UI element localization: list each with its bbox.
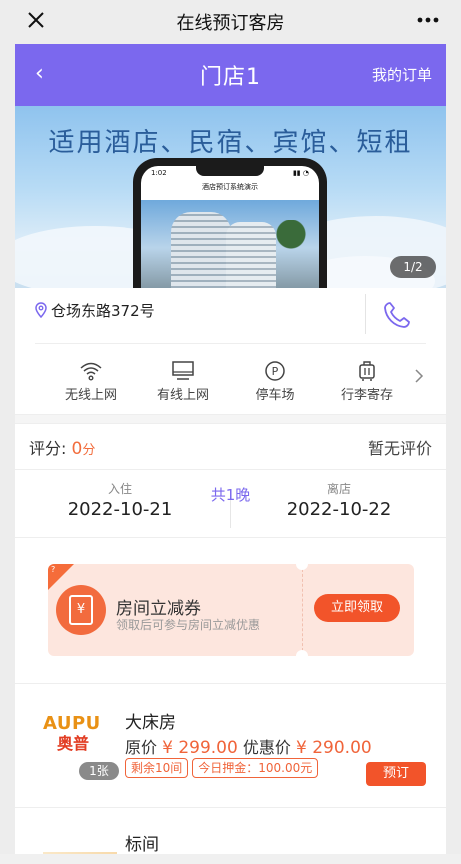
banner-counter: 1/2: [390, 256, 436, 278]
wifi-icon: [45, 360, 137, 382]
facility-wifi: 无线上网: [45, 360, 137, 403]
claim-coupon-button[interactable]: 立即领取: [314, 594, 400, 622]
logo-text-cn: 奥普: [57, 734, 90, 753]
hotel-photo: [141, 200, 319, 288]
phone-notch: [196, 166, 264, 176]
my-orders-link[interactable]: 我的订单: [372, 64, 432, 85]
phone-status-icons: ▮▮ ◔: [292, 169, 309, 177]
banner-text: 适用酒店、民宿、宾馆、短租: [48, 128, 413, 158]
facility-label: 无线上网: [64, 388, 117, 403]
coupon-icon-glyph: ¥: [69, 595, 93, 625]
phone-mockup: 1:02 ▮▮ ◔ 酒店预订系统演示: [133, 158, 327, 288]
divider: [365, 294, 366, 334]
wechat-title-bar: 在线预订客房: [0, 0, 461, 44]
checkout-label: 离店: [326, 482, 351, 496]
rating-value: 0: [71, 438, 83, 459]
deposit-tag: 今日押金：100.00元: [192, 758, 319, 778]
date-selector[interactable]: 入住 2022-10-21 共1晚 离店 2022-10-22: [15, 470, 446, 538]
coupon-notch: [296, 650, 308, 656]
divider: [230, 500, 231, 528]
sale-price-label: 优惠价: [242, 738, 291, 757]
phone-screen: 1:02 ▮▮ ◔ 酒店预订系统演示: [141, 166, 319, 288]
bottom-edge: [0, 854, 461, 864]
room-item[interactable]: AUPU 奥普 1张 大床房 原价 ¥ 299.00 优惠价 ¥ 290.00 …: [15, 684, 446, 808]
location-pin-icon: [35, 302, 49, 319]
facilities-row[interactable]: 无线上网 有线上网 P 停车场 行李寄存: [15, 344, 446, 414]
book-button[interactable]: 预订: [366, 762, 426, 786]
rating-label: 评分:: [29, 438, 67, 458]
phone-time: 1:02: [151, 169, 167, 177]
phone-app-title: 酒店预订系统演示: [202, 183, 258, 191]
checkout-date: 2022-10-22: [286, 499, 392, 520]
monitor-icon: [137, 360, 229, 382]
luggage-icon: [321, 360, 413, 382]
facility-label: 行李寄存: [340, 388, 393, 403]
original-price: ¥ 299.00: [162, 738, 238, 758]
coupon-card[interactable]: ? ¥ 房间立减券 领取后可参与房间立减优惠 立即领取: [48, 564, 414, 656]
coupon-corner-mark: ?: [51, 565, 56, 574]
facility-label: 停车场: [255, 388, 295, 403]
banner-carousel[interactable]: 适用酒店、民宿、宾馆、短租 1:02 ▮▮ ◔ 酒店预订系统演示 1/2: [15, 106, 446, 288]
facility-parking: P 停车场: [229, 360, 321, 403]
room-name: 标间: [125, 835, 159, 855]
page: 在线预订客房 ‹ 门店1 我的订单 适用酒店、民宿、宾馆、短租 1:02 ▮▮ …: [0, 0, 461, 864]
close-icon[interactable]: [22, 8, 50, 36]
room-tags: 剩余10间 今日押金：100.00元: [125, 758, 319, 778]
building: [171, 212, 231, 288]
back-icon[interactable]: ‹: [35, 61, 44, 87]
chevron-right-icon[interactable]: [414, 368, 424, 389]
phone-icon[interactable]: [382, 300, 412, 330]
building: [226, 222, 276, 288]
address-row[interactable]: 仓场东路372号: [35, 288, 426, 344]
more-icon[interactable]: [415, 8, 441, 38]
facility-wired: 有线上网: [137, 360, 229, 403]
palm-tree: [271, 220, 311, 288]
checkout-block[interactable]: 离店 2022-10-22: [264, 480, 414, 520]
coupon-subtitle: 领取后可参与房间立减优惠: [116, 618, 261, 632]
wechat-title: 在线预订客房: [176, 13, 285, 34]
svg-text:P: P: [272, 365, 279, 378]
rooms-left-tag: 剩余10间: [125, 758, 189, 778]
rating-row[interactable]: 评分: 0分 暂无评价: [15, 424, 446, 470]
room-name: 大床房: [125, 713, 176, 733]
nav-title: 门店1: [200, 65, 261, 90]
address-text: 仓场东路372号: [51, 302, 155, 320]
original-price-label: 原价: [125, 738, 158, 757]
sale-price: ¥ 290.00: [296, 738, 372, 758]
content: ‹ 门店1 我的订单 适用酒店、民宿、宾馆、短租 1:02 ▮▮ ◔ 酒店预订系…: [15, 44, 446, 864]
logo-text: AUPU: [43, 713, 101, 734]
coupon-notch: [296, 564, 308, 570]
facility-luggage: 行李寄存: [321, 360, 413, 403]
room-prices: 原价 ¥ 299.00 优惠价 ¥ 290.00: [125, 734, 372, 758]
coupon-section: ? ¥ 房间立减券 领取后可参与房间立减优惠 立即领取: [15, 538, 446, 684]
rating-unit: 分: [82, 442, 96, 458]
section-gap: [15, 414, 446, 424]
review-status: 暂无评价: [367, 438, 432, 458]
rating-score: 评分: 0分: [29, 435, 95, 459]
nav-bar: ‹ 门店1 我的订单: [15, 44, 446, 106]
coupon-divider: [302, 564, 303, 656]
facility-label: 有线上网: [156, 388, 209, 403]
coupon-ticket-icon: ¥: [56, 585, 106, 635]
photo-count-badge: 1张: [79, 762, 119, 780]
parking-icon: P: [229, 360, 321, 382]
